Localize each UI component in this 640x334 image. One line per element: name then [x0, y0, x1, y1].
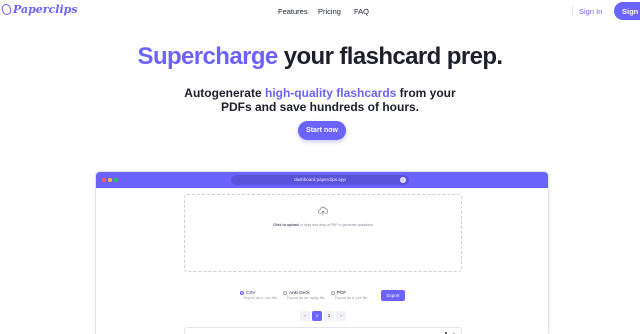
sub-line1-pre: Autogenerate [184, 86, 265, 100]
headline-rest: your flashcard prep. [277, 43, 503, 70]
page-1-button[interactable]: 1 [312, 311, 322, 321]
hero-headline: Supercharge your flashcard prep. [0, 43, 640, 71]
dropzone-rest-text: or drag and drop a PDF to generate quest… [298, 223, 374, 227]
radio-pdf[interactable] [331, 291, 335, 295]
hero-subheadline: Autogenerate high-quality flashcards fro… [0, 86, 640, 114]
upload-cloud-icon [318, 206, 329, 216]
page-2-button[interactable]: 2 [324, 311, 334, 321]
window-minimize-dot [108, 178, 112, 182]
brand-name: Paperclips [13, 3, 78, 16]
option-desc: Export as a .pdf file [335, 296, 368, 300]
sub-line1-post: from your [396, 86, 456, 100]
top-nav: Paperclips Features Pricing FAQ Sign In … [0, 0, 640, 22]
sub-line1-accent: high-quality flashcards [264, 86, 397, 100]
option-label: CSV [246, 290, 256, 295]
window-close-dot [102, 178, 106, 182]
nav-link-pricing[interactable]: Pricing [318, 7, 341, 16]
pdf-dropzone[interactable]: Click to upload or drag and drop a PDF t… [184, 194, 462, 272]
dropzone-click-text[interactable]: Click to upload [273, 223, 299, 227]
export-button[interactable]: Export [381, 290, 405, 301]
nav-divider [572, 6, 573, 16]
url-text: dashboard.paperclips.app [294, 177, 346, 182]
url-action-icon: • [400, 177, 406, 183]
dashboard-preview: dashboard.paperclips.app • Click to uplo… [95, 171, 549, 334]
option-desc: Export as an .apkg file [287, 296, 325, 300]
flashcard-row[interactable]: ⌄ [184, 327, 462, 334]
sub-line2: PDFs and save hundreds of hours. [220, 100, 420, 114]
browser-title-bar: dashboard.paperclips.app • [96, 172, 548, 188]
headline-accent: Supercharge [137, 43, 279, 70]
window-maximize-dot [114, 178, 118, 182]
brand-logo[interactable]: Paperclips [0, 2, 78, 17]
paperclip-icon [0, 2, 13, 17]
nav-link-faq[interactable]: FAQ [354, 7, 369, 16]
chevron-down-icon[interactable]: ⌄ [452, 330, 456, 334]
url-bar: dashboard.paperclips.app • [231, 175, 409, 185]
sign-in-link[interactable]: Sign In [579, 7, 602, 16]
sign-up-button[interactable]: Sign Up [614, 2, 640, 20]
option-label: Anki Deck [289, 290, 310, 295]
start-now-button[interactable]: Start now [298, 121, 346, 140]
radio-csv[interactable] [240, 291, 244, 295]
page-prev-button[interactable]: ‹ [300, 311, 310, 321]
option-desc: Export as a .csv file [244, 296, 277, 300]
dropzone-instructions: Click to upload or drag and drop a PDF t… [185, 223, 461, 227]
page-next-button[interactable]: › [336, 311, 346, 321]
option-label: PDF [337, 290, 347, 295]
radio-anki[interactable] [283, 291, 287, 295]
nav-link-features[interactable]: Features [278, 7, 308, 16]
